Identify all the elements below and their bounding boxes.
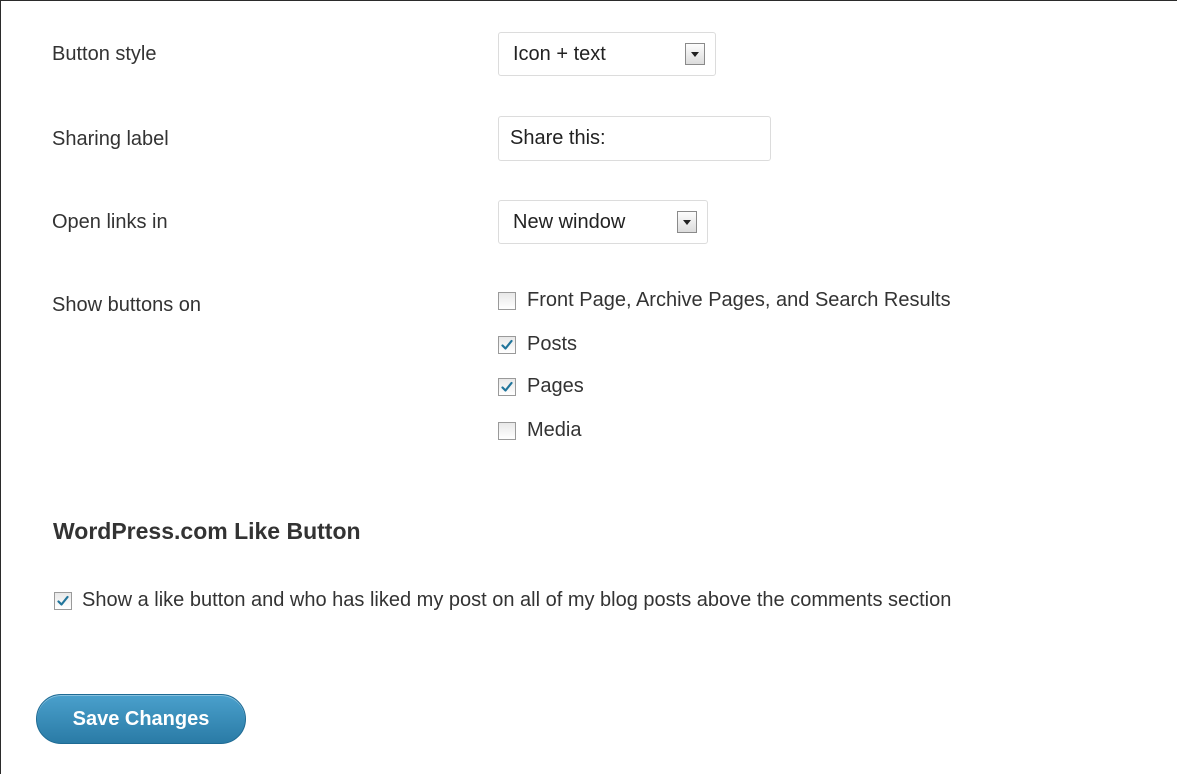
checkbox-front-page[interactable] (498, 291, 516, 310)
like-button-option-label: Show a like button and who has liked my … (82, 589, 952, 611)
option-front-page-label: Front Page, Archive Pages, and Search Re… (527, 289, 951, 311)
like-button-heading: WordPress.com Like Button (53, 518, 361, 544)
checkbox-pages[interactable] (498, 377, 516, 396)
option-posts-label: Posts (527, 333, 578, 355)
sharing-label-input[interactable]: Share this: (498, 116, 771, 161)
open-links-value: New window (513, 210, 626, 233)
button-style-label: Button style (52, 43, 157, 65)
button-style-select[interactable]: Icon + text (498, 32, 716, 76)
chevron-down-icon[interactable] (685, 43, 705, 65)
checkbox-media[interactable] (498, 421, 516, 440)
chevron-down-icon[interactable] (677, 211, 697, 233)
open-links-select[interactable]: New window (498, 200, 708, 244)
checkbox-posts[interactable] (498, 335, 516, 354)
option-pages-label: Pages (527, 375, 584, 397)
open-links-label: Open links in (52, 211, 168, 233)
option-media[interactable]: Media (498, 419, 581, 442)
sharing-settings-panel: Button style Icon + text Sharing label S… (0, 0, 1177, 774)
save-changes-button[interactable]: Save Changes (36, 694, 246, 744)
checkmark-icon (501, 381, 513, 392)
option-pages[interactable]: Pages (498, 375, 584, 398)
checkmark-icon (501, 339, 513, 350)
checkbox-like-button[interactable] (54, 591, 72, 610)
option-posts[interactable]: Posts (498, 333, 577, 356)
show-buttons-label: Show buttons on (52, 294, 201, 316)
option-front-page[interactable]: Front Page, Archive Pages, and Search Re… (498, 289, 951, 312)
checkmark-icon (57, 595, 69, 606)
sharing-label-label: Sharing label (52, 128, 169, 150)
like-button-option[interactable]: Show a like button and who has liked my … (54, 589, 951, 612)
button-style-value: Icon + text (513, 42, 606, 65)
option-media-label: Media (527, 419, 582, 441)
